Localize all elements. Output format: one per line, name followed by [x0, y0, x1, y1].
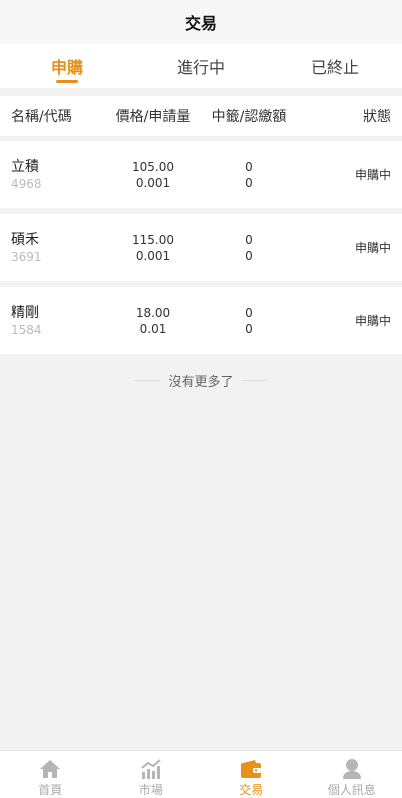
status-text: 申購中 [354, 314, 391, 328]
stock-code: 1584 [11, 322, 42, 337]
nav-label: 交易 [239, 783, 264, 797]
stock-code: 3691 [11, 249, 42, 264]
chart-icon [139, 757, 163, 781]
column-price-qty: 價格/申請量 [115, 109, 191, 125]
stock-name: 立積 [11, 158, 39, 175]
column-header-row: 名稱/代碼 價格/申請量 中籤/認繳額 狀態 [0, 96, 402, 136]
apply-quantity: 0.01 [139, 321, 167, 336]
list-item[interactable]: 碩禾 3691 115.00 0.001 0 0 申購中 [0, 214, 402, 281]
price: 18.00 [135, 305, 171, 320]
bottom-nav: 首頁 市場 交易 個人訊息 [0, 750, 402, 798]
nav-home[interactable]: 首頁 [0, 751, 101, 798]
column-name-code: 名稱/代碼 [11, 109, 72, 125]
app-screen: 交易 申購 進行中 已終止 名稱/代碼 價格/申請量 中籤/認繳額 狀態 立積 … [0, 0, 402, 798]
stock-name: 碩禾 [11, 231, 39, 248]
win-count: 0 [245, 159, 253, 174]
status-text: 申購中 [354, 241, 391, 255]
price: 105.00 [132, 159, 174, 174]
win-count: 0 [245, 305, 253, 320]
nav-label: 市場 [138, 783, 163, 797]
stock-name: 精剛 [11, 304, 39, 321]
list-end-indicator: 沒有更多了 [0, 368, 402, 392]
stock-code: 4968 [11, 176, 42, 191]
column-status: 狀態 [363, 109, 391, 125]
price: 115.00 [132, 232, 174, 247]
nav-market[interactable]: 市場 [101, 751, 202, 798]
apply-quantity: 0.001 [135, 248, 171, 263]
divider [241, 379, 268, 381]
nav-label: 首頁 [38, 783, 63, 797]
no-more-text: 沒有更多了 [168, 374, 234, 390]
nav-profile[interactable]: 個人訊息 [302, 751, 402, 798]
top-header: 交易 [0, 0, 402, 44]
tab-bar: 申購 進行中 已終止 [0, 44, 402, 88]
paid-amount: 0 [245, 321, 253, 336]
list-item[interactable]: 立積 4968 105.00 0.001 0 0 申購中 [0, 141, 402, 208]
paid-amount: 0 [245, 175, 253, 190]
paid-amount: 0 [245, 248, 253, 263]
tab-subscribe[interactable]: 申購 [0, 44, 134, 88]
tab-terminated[interactable]: 已終止 [268, 44, 402, 88]
nav-trade[interactable]: 交易 [201, 751, 302, 798]
wallet-icon [239, 757, 263, 781]
win-count: 0 [245, 232, 253, 247]
divider [134, 379, 161, 381]
home-icon [38, 757, 62, 781]
nav-label: 個人訊息 [327, 783, 376, 797]
page-title: 交易 [184, 14, 217, 33]
column-win-paid: 中籤/認繳額 [211, 109, 287, 125]
list-item[interactable]: 精剛 1584 18.00 0.01 0 0 申購中 [0, 287, 402, 354]
tab-in-progress[interactable]: 進行中 [134, 44, 268, 88]
status-text: 申購中 [354, 168, 391, 182]
user-icon [340, 757, 364, 781]
apply-quantity: 0.001 [135, 175, 171, 190]
